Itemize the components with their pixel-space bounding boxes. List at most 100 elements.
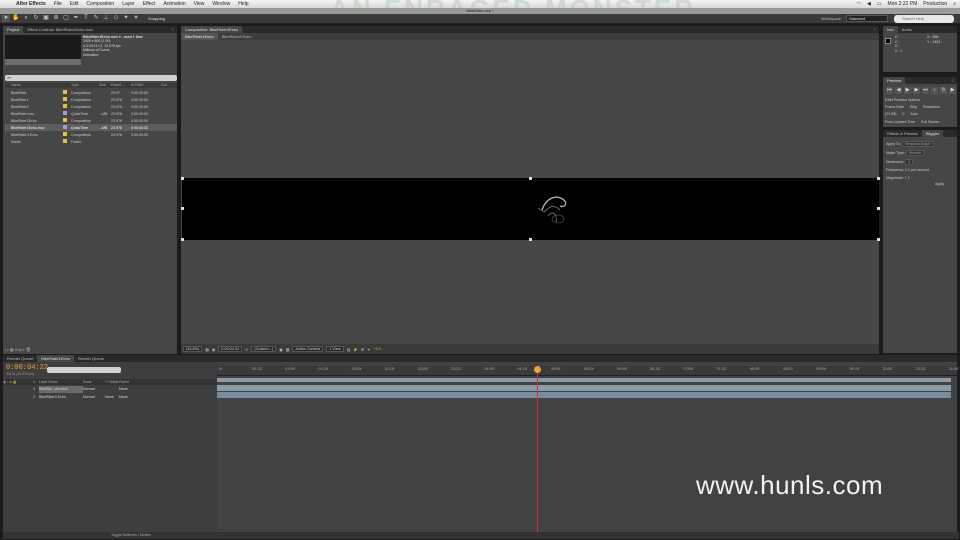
rectangle-tool-icon[interactable]: ▢ [62, 15, 70, 22]
region-of-interest-icon[interactable]: ▣ [279, 347, 283, 352]
exposure-value[interactable]: +0.0 [373, 347, 381, 351]
panel-menu-icon[interactable]: ≡ [172, 27, 174, 32]
toggle-switches-modes[interactable]: Toggle Switches / Modes [111, 532, 151, 539]
transform-handle[interactable] [181, 177, 184, 180]
tab-audio[interactable]: Audio [898, 26, 916, 33]
volume-icon[interactable]: ◀ [867, 1, 871, 7]
tab-wiggler[interactable]: Wiggler [921, 130, 944, 137]
dimension-select[interactable]: X [904, 159, 914, 165]
label-color-icon[interactable] [63, 97, 67, 101]
tab-preview[interactable]: Preview [883, 77, 906, 84]
label-color-icon[interactable] [63, 118, 67, 122]
layer-trkmat-select[interactable] [105, 386, 119, 393]
camera-select[interactable]: Active Camera [292, 346, 324, 352]
menu-view[interactable]: View [194, 1, 205, 7]
layer-name[interactable]: BikeRider3 Echo [39, 394, 83, 401]
label-color-icon[interactable] [63, 90, 67, 94]
apply-button[interactable]: Apply [935, 182, 944, 186]
next-frame-icon[interactable]: ▶ [913, 87, 920, 94]
transform-handle[interactable] [877, 207, 880, 210]
layer-name[interactable]: BikeRid...cho.mov [39, 386, 83, 393]
menu-composition[interactable]: Composition [86, 1, 114, 7]
layer-mode-select[interactable]: Normal [83, 386, 105, 393]
last-frame-icon[interactable]: ⏭ [922, 87, 929, 94]
rotate-tool-icon[interactable]: ↻ [32, 15, 40, 22]
workspace-select[interactable]: Standard [846, 15, 888, 22]
pen-tool-icon[interactable]: ✒ [72, 15, 80, 22]
ram-preview-icon[interactable]: ▶ [949, 87, 956, 94]
layer-bar[interactable] [217, 392, 951, 398]
col-layer-name[interactable]: Layer Name [39, 379, 83, 385]
project-item-row[interactable]: BikeRider1Echo.mov QuickTime ...MB 23.976 0:… [5, 124, 177, 131]
col-label[interactable] [63, 83, 71, 88]
skip-select[interactable]: 0 [902, 112, 904, 116]
tab-project[interactable]: Project [3, 26, 24, 33]
project-item-row[interactable]: BikeRider3 Echo Composition 23.976 0:00:00:… [5, 131, 177, 138]
loop-icon[interactable]: ↻ [940, 87, 947, 94]
layer-row[interactable]: 1 BikeRid...cho.mov Normal None [3, 386, 217, 393]
menu-file[interactable]: File [54, 1, 62, 7]
playhead-line[interactable] [537, 368, 538, 532]
noise-type-select[interactable]: Smooth [905, 150, 925, 156]
menu-app-name[interactable]: After Effects [16, 1, 46, 7]
current-time[interactable]: 0:00:04:22 [218, 346, 243, 352]
transform-handle[interactable] [877, 238, 880, 241]
full-screen-checkbox[interactable]: Full Screen [921, 120, 939, 124]
frame-rate-select[interactable]: (23.98) [885, 112, 896, 116]
apply-to-select[interactable]: Temporal Graph [901, 141, 934, 147]
layer-mode-select[interactable]: Normal [83, 394, 105, 401]
transform-handle[interactable] [529, 238, 532, 241]
comp-frame[interactable] [181, 177, 880, 241]
camera-snapshot-icon[interactable]: ⊙ [245, 347, 248, 352]
from-current-time-checkbox[interactable]: From Current Time [885, 120, 915, 124]
tab-render-queue-2[interactable]: Render Queue [74, 355, 108, 362]
col-name[interactable]: Name [5, 83, 63, 88]
transparency-grid-icon[interactable]: ▩ [286, 347, 290, 352]
bit-depth[interactable]: 8 bpc [15, 347, 25, 352]
puppet-tool-icon[interactable]: ✶ [132, 15, 140, 22]
reset-exposure-icon[interactable]: ☀ [367, 347, 370, 352]
timeline-graph[interactable]: 0f 00:12f 01:00f 01:12f 02:00f 02:12f 03:00f 03… [217, 362, 958, 532]
pan-behind-tool-icon[interactable]: ⊕ [52, 15, 60, 22]
grid-icon[interactable]: ▦ [205, 347, 209, 352]
panel-menu-icon[interactable]: ≡ [952, 78, 954, 83]
layer-parent-select[interactable]: None [119, 386, 159, 393]
layer-trkmat-select[interactable]: None [105, 394, 119, 401]
battery-icon[interactable]: ▭ [877, 1, 882, 7]
snapping-checkbox[interactable]: Snapping [148, 16, 165, 21]
label-color-icon[interactable] [63, 104, 67, 108]
work-area-bar[interactable] [217, 378, 951, 382]
roto-brush-tool-icon[interactable]: ✦ [122, 15, 130, 22]
menu-animation[interactable]: Animation [163, 1, 185, 7]
camera-tool-icon[interactable]: ▣ [42, 15, 50, 22]
current-timecode[interactable]: 0:00:04:22 [6, 364, 48, 372]
fast-previews-icon[interactable]: ⚡ [353, 347, 358, 352]
col-parent[interactable]: Parent [119, 379, 129, 385]
layer-parent-select[interactable]: None [119, 394, 159, 401]
label-color-icon[interactable] [63, 111, 67, 115]
timeline-search-input[interactable] [47, 367, 121, 373]
snapshot-icon[interactable]: ◉ [212, 347, 215, 352]
tab-composition[interactable]: Composition: BikeRider1Echo [181, 26, 243, 33]
new-folder-icon[interactable]: ▭ [5, 347, 9, 352]
wifi-icon[interactable]: ◠ [857, 1, 861, 7]
composition-viewport[interactable] [181, 41, 880, 344]
tab-effects-presets[interactable]: Effects & Presets [883, 130, 922, 137]
prev-frame-icon[interactable]: ◀ [895, 87, 902, 94]
project-item-row[interactable]: BikeRider1Echo Composition 23.976 0:00:00:0… [5, 117, 177, 124]
trash-icon[interactable]: 🗑 [26, 347, 31, 352]
user-name[interactable]: Production [923, 1, 947, 7]
hand-tool-icon[interactable]: ✋ [12, 15, 20, 22]
layer-row[interactable]: 2 BikeRider3 Echo Normal None None [3, 394, 217, 401]
first-frame-icon[interactable]: ⏮ [886, 87, 893, 94]
col-mode[interactable]: Mode [83, 379, 105, 385]
tab-info[interactable]: Info [883, 26, 898, 33]
col-trkmat[interactable]: T TrkMat [105, 379, 119, 385]
menu-layer[interactable]: Layer [122, 1, 135, 7]
project-item-row[interactable]: BikeRider3 Composition 23.976 0:00:00:00 [5, 103, 177, 110]
transform-handle[interactable] [181, 238, 184, 241]
audio-icon[interactable]: ♪ [931, 87, 938, 94]
transform-handle[interactable] [877, 177, 880, 180]
magnitude-value[interactable]: 1.0 [905, 176, 910, 180]
toggle-pixel-aspect-icon[interactable]: ▤ [347, 347, 351, 352]
